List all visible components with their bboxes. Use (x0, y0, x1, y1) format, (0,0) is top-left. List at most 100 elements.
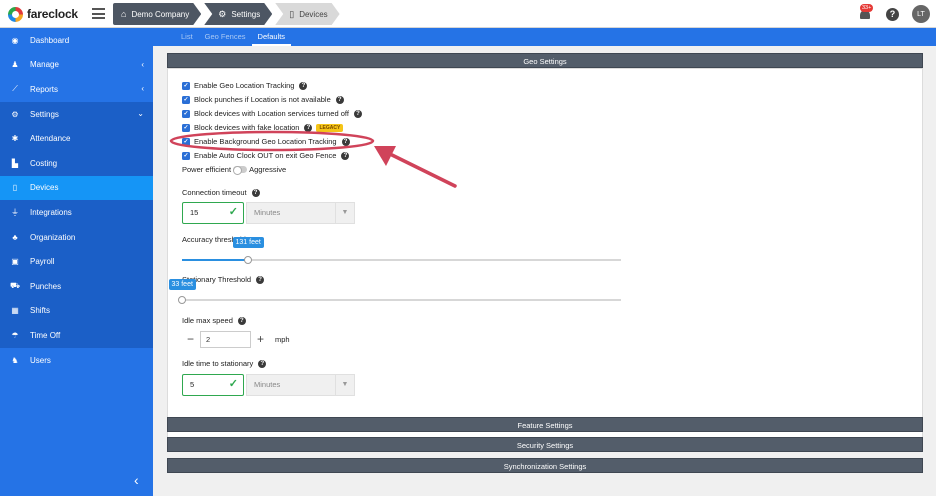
sidebar-item-label: Integrations (30, 207, 72, 217)
help-icon[interactable]: ? (237, 316, 246, 325)
geo-tracking-checkbox[interactable]: ✓ Enable Geo Location Tracking ? (182, 80, 308, 91)
tab-defaults[interactable]: Defaults (251, 28, 292, 46)
geo-settings-panel: ✓ Enable Geo Location Tracking ? ✓ Block… (167, 68, 923, 440)
caret-down-icon: ▼ (335, 375, 354, 395)
block-fake-location-checkbox[interactable]: ✓ Block devices with fake location ? LEG… (182, 122, 344, 133)
power-mode-toggle-row: Power efficient Aggressive (182, 164, 286, 175)
speed-unit: mph (275, 335, 290, 344)
sidebar-item-time-off[interactable]: ☂ Time Off (0, 323, 153, 348)
label-text: Idle max speed (182, 316, 233, 325)
breadcrumb-devices[interactable]: ▯ Devices (275, 3, 339, 25)
sidebar-item-label: Costing (30, 158, 58, 168)
idle-speed-input[interactable]: 2 (200, 331, 251, 348)
help-icon[interactable]: ? (341, 151, 350, 160)
help-icon[interactable]: ? (886, 7, 899, 21)
sidebar-item-users[interactable]: ♞ Users (0, 348, 153, 373)
gear-icon: ⚙ (218, 8, 227, 19)
checkbox-checked-icon: ✓ (182, 137, 190, 146)
block-location-off-checkbox[interactable]: ✓ Block devices with Location services t… (182, 108, 362, 119)
help-icon[interactable]: ? (335, 95, 344, 104)
sidebar-item-dashboard[interactable]: ◉ Dashboard (0, 28, 153, 53)
help-icon[interactable]: ? (299, 81, 308, 90)
checkbox-label: Block devices with Location services tur… (194, 109, 349, 118)
sidebar-item-label: Reports (30, 84, 59, 94)
synchronization-settings-header[interactable]: Synchronization Settings (167, 458, 923, 473)
feature-settings-header[interactable]: Feature Settings (167, 417, 923, 432)
help-icon[interactable]: ? (353, 109, 362, 118)
block-punches-checkbox[interactable]: ✓ Block punches if Location is not avail… (182, 94, 344, 105)
help-icon[interactable]: ? (256, 275, 265, 284)
label-text: Idle time to stationary (182, 359, 254, 368)
checkbox-label: Block punches if Location is not availab… (194, 95, 331, 104)
main-content: List Geo Fences Defaults Geo Settings ✓ … (153, 28, 936, 496)
help-icon[interactable]: ? (341, 137, 350, 146)
device-icon: ▯ (12, 183, 18, 193)
input-value: 15 (190, 208, 199, 217)
sidebar-item-punches[interactable]: ⛟ Punches (0, 273, 153, 299)
sidebar-item-label: Payroll (30, 257, 55, 267)
accuracy-threshold-slider[interactable] (182, 256, 621, 264)
logo-icon (8, 6, 23, 22)
minus-icon[interactable]: − (182, 331, 199, 348)
idle-time-unit-select[interactable]: Minutes ▼ (246, 374, 355, 396)
attendance-icon: ✱ (11, 134, 19, 144)
sidebar-item-attendance[interactable]: ✱ Attendance (0, 126, 153, 151)
help-icon[interactable]: ? (258, 359, 267, 368)
connection-timeout-input[interactable]: 15 ✓ (182, 202, 244, 224)
connection-timeout-unit-select[interactable]: Minutes ▼ (246, 202, 355, 224)
sidebar-item-organization[interactable]: ♣ Organization (0, 224, 153, 250)
help-icon[interactable]: ? (251, 188, 260, 197)
breadcrumb-settings[interactable]: ⚙ Settings (204, 3, 272, 25)
slider-handle[interactable] (244, 256, 252, 264)
sidebar-item-label: Settings (30, 109, 59, 119)
sidebar-item-label: Attendance (30, 134, 71, 144)
check-icon: ✓ (228, 206, 238, 218)
gear-icon: ⚙ (11, 109, 19, 119)
payroll-icon: ▣ (11, 257, 19, 267)
security-settings-header[interactable]: Security Settings (167, 437, 923, 452)
tab-geo-fences[interactable]: Geo Fences (199, 28, 252, 46)
idle-max-speed-label: Idle max speed ? (182, 316, 246, 325)
check-icon: ✓ (228, 378, 238, 390)
checkbox-checked-icon: ✓ (182, 81, 190, 90)
idle-time-input[interactable]: 5 ✓ (182, 374, 244, 396)
sidebar-item-label: Devices (30, 183, 59, 193)
geo-settings-header[interactable]: Geo Settings (167, 53, 923, 68)
breadcrumb: ⌂ Demo Company ⚙ Settings ▯ Devices (113, 3, 343, 25)
breadcrumb-company[interactable]: ⌂ Demo Company (113, 3, 201, 25)
auto-clock-out-checkbox[interactable]: ✓ Enable Auto Clock OUT on exit Geo Fenc… (182, 150, 350, 161)
menu-icon[interactable] (92, 8, 105, 19)
notification-badge: 33+ (860, 4, 874, 12)
stationary-threshold-slider[interactable] (178, 296, 621, 304)
collapse-sidebar-icon[interactable]: ‹ (134, 472, 139, 488)
input-value: 5 (190, 380, 195, 389)
background-tracking-checkbox[interactable]: ✓ Enable Background Geo Location Trackin… (182, 136, 350, 147)
tab-list[interactable]: List (175, 28, 199, 46)
shifts-icon: ▦ (11, 306, 19, 316)
help-icon[interactable]: ? (304, 123, 313, 132)
plus-icon[interactable]: + (252, 331, 269, 348)
caret-down-icon: ▼ (335, 203, 354, 223)
chevron-down-icon: ⌄ (137, 108, 144, 118)
sidebar-item-settings[interactable]: ⚙ Settings ⌄ (0, 101, 153, 127)
sidebar-item-costing[interactable]: ▙ Costing (0, 150, 153, 176)
brand-logo[interactable]: fareclock (8, 6, 78, 22)
users-icon: ♞ (11, 355, 19, 365)
slider-handle[interactable] (178, 296, 186, 304)
sidebar-item-payroll[interactable]: ▣ Payroll (0, 249, 153, 274)
sidebar-item-manage[interactable]: ♟ Manage ‹ (0, 53, 153, 78)
sidebar-item-reports[interactable]: ⟋ Reports ‹ (0, 77, 153, 102)
slider-fill (182, 259, 248, 261)
power-efficient-label: Power efficient (182, 165, 232, 174)
sidebar-item-label: Organization (30, 232, 76, 242)
sidebar-item-devices[interactable]: ▯ Devices (0, 175, 153, 201)
notifications-button[interactable]: 33+ (858, 4, 874, 21)
org-icon: ♣ (12, 232, 18, 242)
sidebar-item-label: Time Off (30, 330, 61, 340)
avatar[interactable]: LT (912, 5, 930, 23)
sidebar-item-shifts[interactable]: ▦ Shifts (0, 298, 153, 324)
sidebar-item-label: Manage (30, 60, 59, 70)
power-mode-toggle[interactable] (233, 166, 248, 175)
checkbox-checked-icon: ✓ (182, 123, 190, 132)
sidebar-item-integrations[interactable]: ⏚ Integrations (0, 200, 153, 225)
